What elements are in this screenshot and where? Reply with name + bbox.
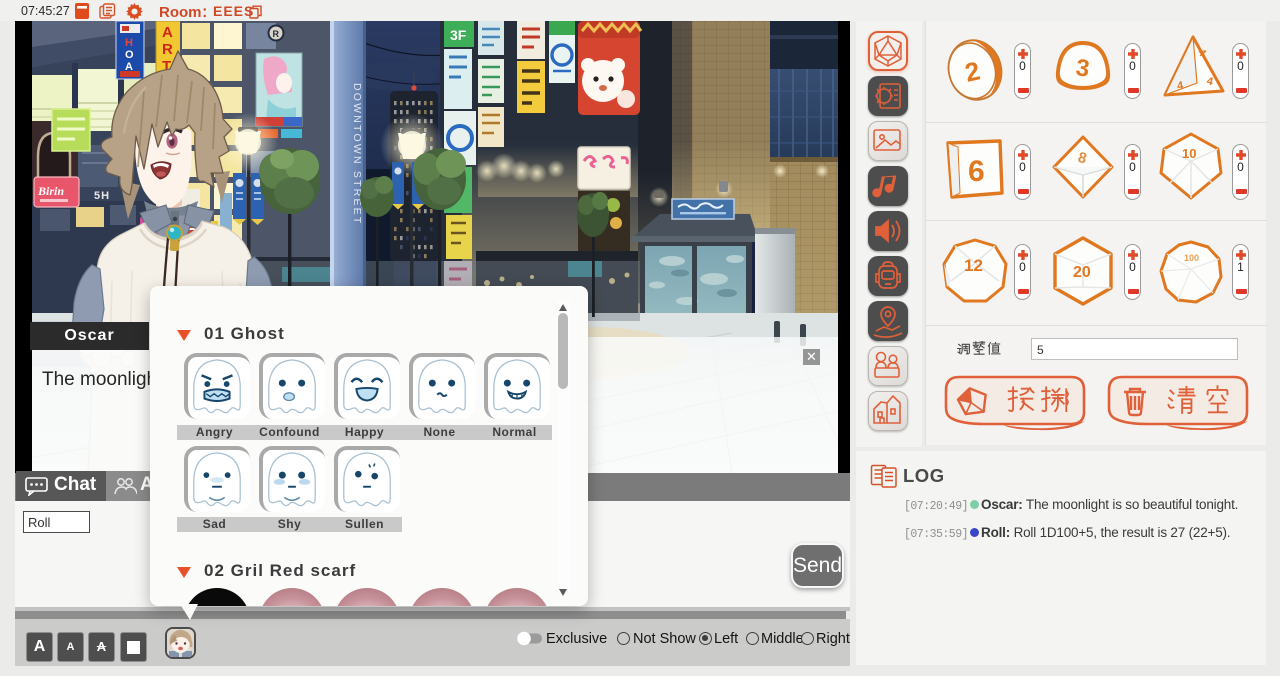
svg-text:100: 100 — [1184, 253, 1199, 263]
svg-text:O: O — [125, 49, 134, 61]
svg-text:Birin: Birin — [37, 184, 64, 198]
svg-text:5H: 5H — [94, 190, 110, 202]
svg-text:3F: 3F — [450, 27, 467, 43]
svg-text:12: 12 — [964, 256, 983, 275]
svg-text:H: H — [125, 37, 133, 49]
svg-text:R: R — [273, 29, 280, 39]
svg-text:20: 20 — [1073, 264, 1091, 281]
svg-text:A: A — [162, 24, 173, 41]
svg-text:6: 6 — [968, 155, 985, 188]
svg-text:R: R — [162, 41, 173, 58]
svg-text:10: 10 — [1182, 146, 1196, 161]
